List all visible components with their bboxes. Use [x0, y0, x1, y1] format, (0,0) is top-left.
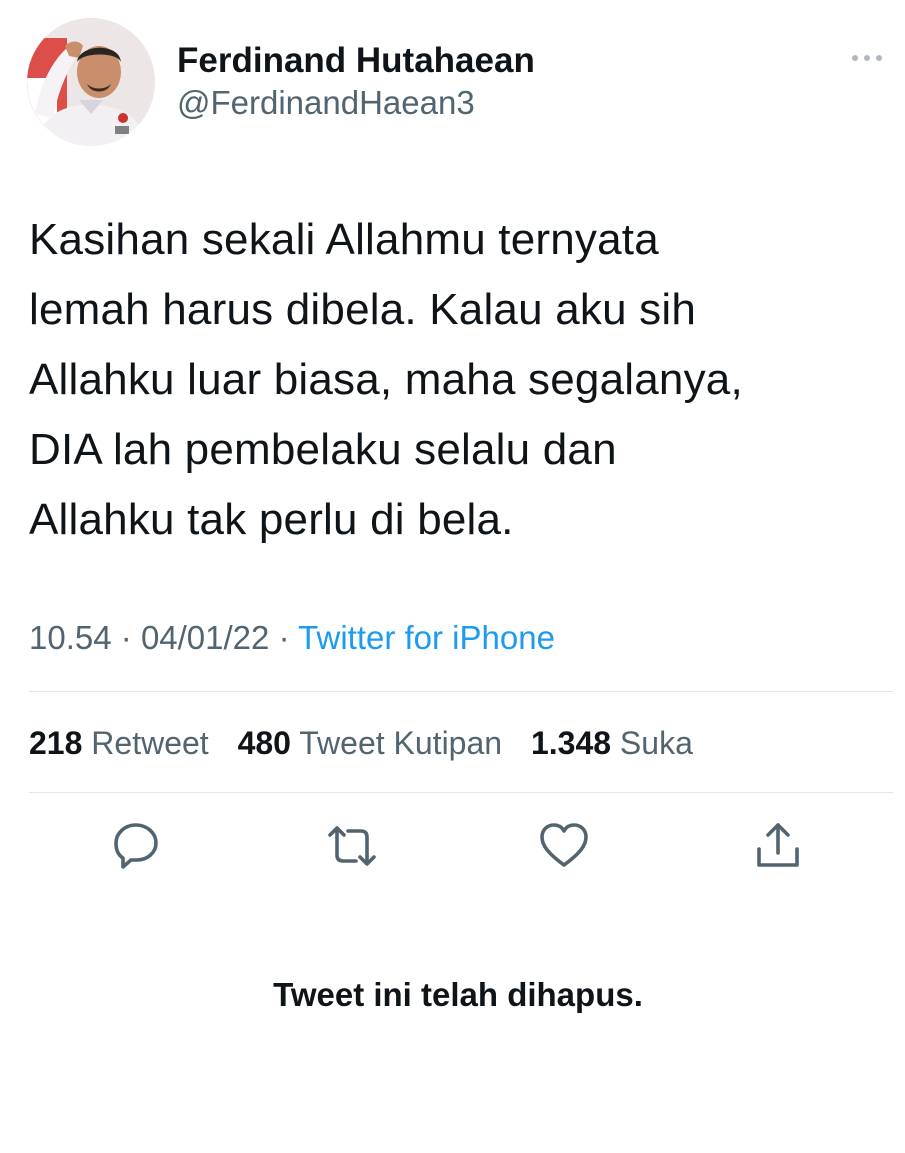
- author-block[interactable]: Ferdinand Hutahaean @FerdinandHaean3: [177, 40, 535, 124]
- retweet-button[interactable]: [324, 818, 380, 874]
- more-horizontal-icon[interactable]: [847, 48, 887, 68]
- meta-separator: ·: [120, 619, 132, 656]
- meta-separator: ·: [278, 619, 290, 656]
- tweet-text-line: Kasihan sekali Allahmu ternyata: [29, 215, 659, 264]
- tweet-meta: 10.54 · 04/01/22 · Twitter for iPhone: [29, 615, 555, 661]
- divider: [29, 691, 893, 692]
- like-button[interactable]: [536, 818, 592, 874]
- tweet-text-line: Allahku tak perlu di bela.: [29, 495, 514, 544]
- share-upload-icon: [757, 823, 799, 867]
- tweet-source-link[interactable]: Twitter for iPhone: [298, 619, 555, 656]
- avatar[interactable]: [27, 18, 155, 146]
- tweet-detail-page: Ferdinand Hutahaean @FerdinandHaean3 Kas…: [0, 0, 905, 1153]
- likes-stat[interactable]: 1.348 Suka: [531, 720, 693, 766]
- divider: [29, 792, 893, 793]
- tweet-text-line: DIA lah pembelaku selalu dan: [29, 425, 617, 474]
- author-handle[interactable]: @FerdinandHaean3: [177, 82, 535, 124]
- author-display-name[interactable]: Ferdinand Hutahaean: [177, 40, 535, 82]
- retweets-stat[interactable]: 218 Retweet: [29, 720, 209, 766]
- tweet-deleted-notice: Tweet ini telah dihapus.: [273, 976, 643, 1013]
- share-button[interactable]: [750, 818, 806, 874]
- tweet-actions: [0, 818, 905, 878]
- reply-button[interactable]: [108, 818, 164, 874]
- quotes-stat[interactable]: 480 Tweet Kutipan: [238, 720, 503, 766]
- tweet-header: Ferdinand Hutahaean @FerdinandHaean3: [27, 18, 893, 148]
- quotes-label: Tweet Kutipan: [299, 725, 503, 761]
- tweet-text-line: lemah harus dibela. Kalau aku sih: [29, 285, 697, 334]
- tweet-text-line: Allahku luar biasa, maha segalanya,: [29, 355, 743, 404]
- tweet-text: Kasihan sekali Allahmu ternyata lemah ha…: [29, 205, 879, 555]
- retweets-label: Retweet: [91, 725, 209, 761]
- heart-icon: [540, 823, 588, 867]
- tweet-date[interactable]: 04/01/22: [141, 619, 269, 656]
- tweet-stats: 218 Retweet 480 Tweet Kutipan 1.348 Suka: [29, 720, 713, 766]
- likes-label: Suka: [619, 725, 693, 761]
- likes-count: 1.348: [530, 725, 612, 761]
- tweet-time[interactable]: 10.54: [29, 619, 112, 656]
- retweets-count: 218: [29, 725, 83, 761]
- avatar-photo: [27, 18, 155, 146]
- retweet-icon: [328, 826, 376, 866]
- reply-bubble-icon: [114, 823, 158, 869]
- quotes-count: 480: [237, 725, 291, 761]
